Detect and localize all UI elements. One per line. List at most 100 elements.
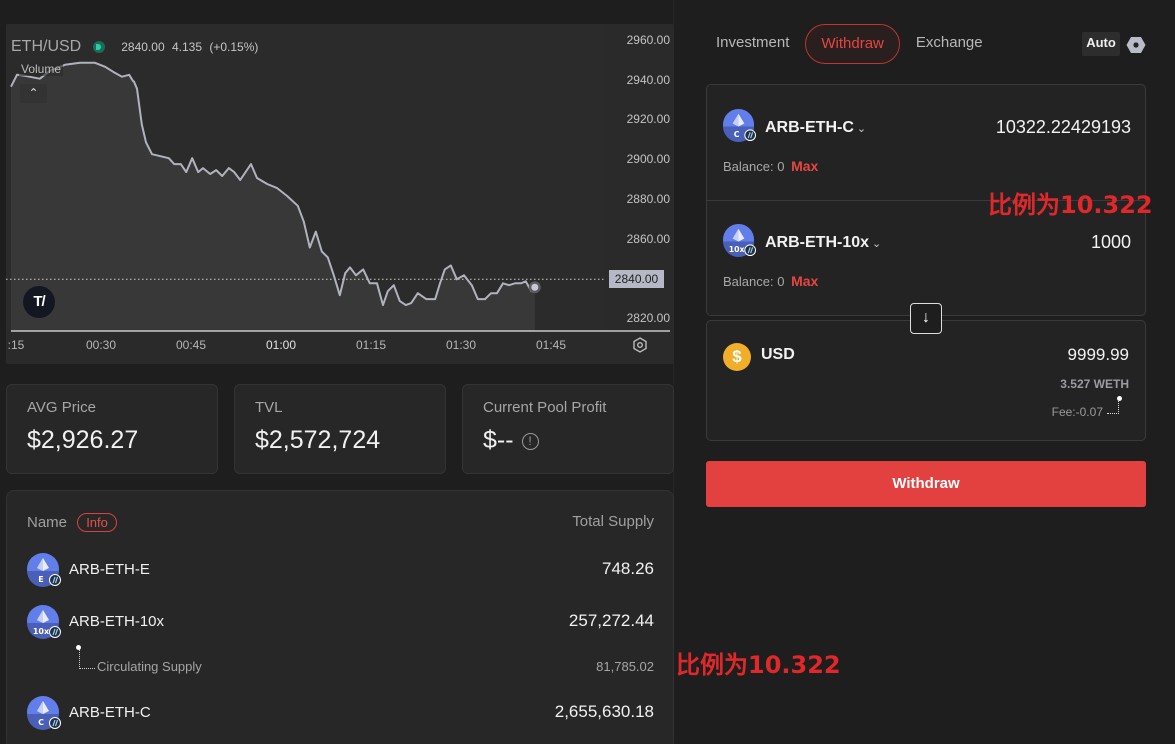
data-point xyxy=(209,173,211,175)
time-tick-label: 01:15 xyxy=(355,338,387,352)
price-tick-label: 2960.00 xyxy=(626,33,670,47)
settings-button[interactable] xyxy=(1126,36,1146,54)
withdraw-button[interactable]: Withdraw xyxy=(706,461,1146,507)
market-status-icon xyxy=(93,41,106,53)
output-amount: 9999.99 xyxy=(1067,345,1129,364)
from-token-row: 10x ARB-ETH-10x ⌄ 1000 xyxy=(723,224,1131,264)
data-point xyxy=(151,153,153,155)
circulating-label: Circulating Supply xyxy=(97,659,202,674)
data-point xyxy=(16,74,18,76)
price-chart[interactable]: ETH/USD 2840.00 4.135 (+0.15%) Volume ⌃ … xyxy=(6,24,674,364)
pool-profit-card: Current Pool Profit $--! xyxy=(462,384,674,474)
current-price-badge: 2840.00 xyxy=(609,270,664,288)
data-point xyxy=(250,163,252,165)
withdraw-output-card: $ USD 9999.99 3.527 WETH Fee:-0.07 xyxy=(706,320,1146,441)
chart-canvas[interactable] xyxy=(6,24,674,364)
supply-table: Name Info Total Supply E ARB-ETH-E 748.2… xyxy=(6,490,674,744)
time-tick-label: :15 xyxy=(7,338,25,352)
data-point xyxy=(349,266,351,268)
data-point xyxy=(387,290,389,292)
tab-withdraw[interactable]: Withdraw xyxy=(805,24,900,64)
data-point xyxy=(410,302,412,304)
gear-icon xyxy=(633,337,647,353)
data-point xyxy=(382,304,384,306)
balance-label: Balance: 0 xyxy=(723,274,785,289)
balance-row: Balance: 0 Max xyxy=(723,273,818,289)
data-point xyxy=(477,298,479,300)
auto-slippage-button[interactable]: Auto xyxy=(1082,32,1120,56)
tab-investment[interactable]: Investment xyxy=(706,24,799,64)
info-button[interactable]: Info xyxy=(77,513,117,532)
data-point xyxy=(180,163,182,165)
data-point xyxy=(339,294,341,296)
data-point xyxy=(286,195,288,197)
svg-text:10x: 10x xyxy=(33,627,50,636)
data-point xyxy=(202,167,204,169)
svg-text:C: C xyxy=(38,718,44,727)
data-point xyxy=(121,76,123,78)
data-point xyxy=(496,292,498,294)
data-point xyxy=(145,141,147,143)
svg-text:10x: 10x xyxy=(729,245,745,254)
data-point xyxy=(191,157,193,159)
gear-icon xyxy=(1126,37,1146,53)
data-point xyxy=(490,292,492,294)
avg-price-card: AVG Price $2,926.27 xyxy=(6,384,218,474)
data-point xyxy=(10,86,12,88)
weth-amount: 3.527 WETH xyxy=(1060,377,1129,391)
balance-row: Balance: 0 Max xyxy=(723,158,818,174)
data-point xyxy=(297,205,299,207)
data-point xyxy=(64,64,66,66)
data-point xyxy=(39,78,41,80)
output-token-name: USD xyxy=(761,346,795,363)
max-button[interactable]: Max xyxy=(791,273,818,289)
stat-value: $2,926.27 xyxy=(27,426,139,454)
stat-value: $-- xyxy=(483,426,514,454)
token-name: ARB-ETH-E xyxy=(69,561,150,578)
svg-text:C: C xyxy=(734,130,740,139)
tab-exchange[interactable]: Exchange xyxy=(906,24,993,64)
amount-input[interactable]: 1000 xyxy=(1091,232,1131,253)
data-point xyxy=(185,171,187,173)
data-point xyxy=(79,62,81,64)
data-point xyxy=(215,169,217,171)
fee-label: Fee:-0.07 xyxy=(1051,405,1103,419)
table-row: 10x ARB-ETH-10x 257,272.44 xyxy=(27,605,654,641)
data-point xyxy=(369,282,371,284)
data-point xyxy=(321,251,323,253)
collapse-legend-button[interactable]: ⌃ xyxy=(20,84,47,103)
data-point xyxy=(266,183,268,185)
last-point-marker xyxy=(531,283,539,291)
token-select[interactable]: ARB-ETH-C ⌄ xyxy=(765,119,866,137)
data-point xyxy=(133,81,135,83)
chart-settings-button[interactable] xyxy=(632,337,648,353)
data-point xyxy=(520,282,522,284)
data-point xyxy=(362,268,364,270)
data-point xyxy=(502,282,504,284)
chevron-up-icon: ⌃ xyxy=(28,86,39,100)
table-header: Name Info Total Supply xyxy=(27,513,654,532)
token-name: ARB-ETH-C xyxy=(69,704,151,721)
data-point xyxy=(471,284,473,286)
price-tick-label: 2860.00 xyxy=(626,231,670,246)
price-change-pct: (+0.15%) xyxy=(209,40,259,54)
data-point xyxy=(514,282,516,284)
data-point xyxy=(221,175,223,177)
token-supply: 257,272.44 xyxy=(568,611,654,630)
tradingview-logo[interactable]: T/ xyxy=(22,285,56,319)
max-button[interactable]: Max xyxy=(791,158,818,174)
swap-direction-button[interactable]: ↓ xyxy=(910,303,942,334)
data-point xyxy=(309,247,311,249)
data-point xyxy=(434,298,436,300)
time-tick-label: 01:30 xyxy=(445,338,477,352)
data-point xyxy=(104,66,106,68)
data-point xyxy=(456,278,458,280)
from-token-row: C ARB-ETH-C ⌄ 10322.22429193 xyxy=(723,109,1131,149)
token-select[interactable]: ARB-ETH-10x ⌄ xyxy=(765,234,881,252)
info-icon[interactable]: ! xyxy=(521,432,539,450)
tree-connector-icon xyxy=(1107,396,1122,414)
time-tick-label: 00:45 xyxy=(175,338,207,352)
chevron-down-icon: ⌄ xyxy=(856,123,867,135)
data-point xyxy=(439,282,441,284)
amount-input[interactable]: 10322.22429193 xyxy=(996,117,1131,138)
